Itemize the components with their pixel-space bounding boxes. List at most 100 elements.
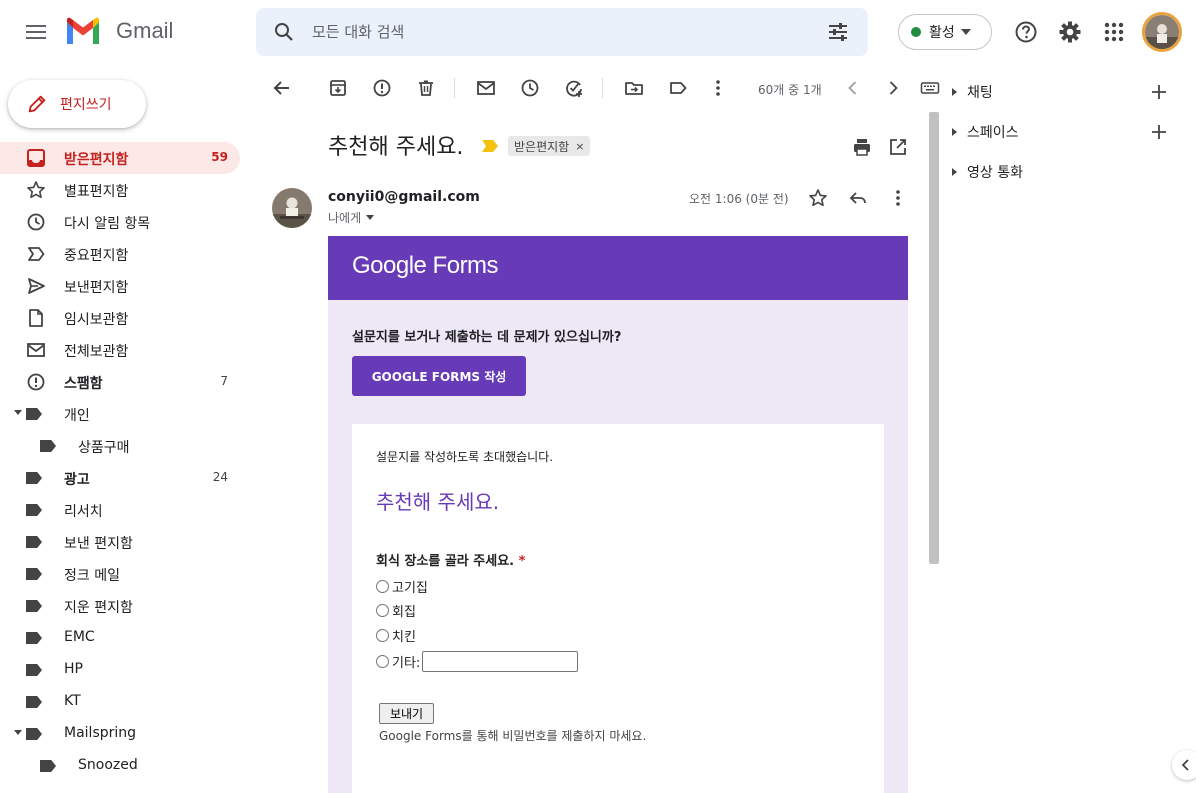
older-chevron-right-icon[interactable] (883, 78, 903, 98)
open-new-window-icon[interactable] (888, 137, 908, 157)
search-input[interactable] (312, 14, 792, 50)
label-icon (26, 664, 46, 684)
sidebar-item-sent-folder[interactable]: 보낸 편지함 (0, 526, 240, 558)
print-icon[interactable] (852, 137, 872, 157)
important-icon (28, 247, 45, 261)
gmail-logo-icon[interactable] (64, 16, 102, 46)
add-task-icon[interactable] (564, 78, 584, 98)
side-section-video-call[interactable]: 영상 통화 (948, 160, 1172, 184)
sidebar-item-junk[interactable]: 정크 메일 (0, 558, 240, 590)
sender-avatar[interactable] (272, 188, 312, 228)
help-icon[interactable] (1014, 20, 1038, 44)
sidebar-item-label: 받은편지함 (64, 152, 129, 168)
sidebar-item-important[interactable]: 중요편지함 (0, 238, 240, 270)
message-scrollbar[interactable] (929, 112, 939, 564)
compose-button[interactable]: 편지쓰기 (8, 80, 146, 128)
draft-icon (29, 309, 43, 327)
label-icon (26, 504, 46, 524)
sidebar-item-label: KT (64, 693, 81, 709)
unread-count: 24 (212, 470, 228, 484)
message-time: 오전 1:06 (0분 전) (689, 192, 789, 206)
unread-count: 7 (220, 374, 228, 388)
sidebar-item-mailspring[interactable]: Mailspring (0, 718, 240, 750)
show-side-panel-button[interactable] (1172, 750, 1196, 780)
sidebar-item-starred[interactable]: 별표편지함 (0, 174, 240, 206)
send-icon (28, 278, 45, 294)
sidebar-item-snoozed[interactable]: 다시 알림 항목 (0, 206, 240, 238)
remove-label-icon[interactable]: × (575, 140, 584, 153)
sender-email: conyii0@gmail.com (328, 189, 480, 205)
delete-trash-icon[interactable] (416, 78, 436, 98)
radio-button[interactable] (376, 579, 389, 593)
sidebar-item-ads[interactable]: 광고 24 (0, 462, 240, 494)
other-text-input[interactable] (422, 650, 579, 672)
settings-gear-icon[interactable] (1058, 20, 1082, 44)
radio-button[interactable] (376, 603, 389, 617)
important-marker-icon[interactable] (482, 140, 498, 152)
move-to-folder-icon[interactable] (624, 78, 644, 98)
search-icon[interactable] (272, 20, 296, 44)
reply-icon[interactable] (848, 188, 868, 208)
sidebar-item-shopping[interactable]: 상품구매 (0, 430, 240, 462)
label-icon (26, 632, 46, 652)
option-sashimi-restaurant[interactable]: 회집 (376, 600, 416, 620)
account-avatar[interactable] (1142, 12, 1182, 52)
recipient-label: 나에게 (328, 211, 362, 225)
label-icon (26, 600, 46, 620)
more-options-icon[interactable] (708, 78, 728, 98)
sidebar-item-sent[interactable]: 보낸편지함 (0, 270, 240, 302)
keyboard-icon[interactable] (920, 78, 940, 98)
chevron-down-icon (960, 29, 971, 35)
sidebar-item-personal[interactable]: 개인 (0, 398, 240, 430)
sidebar-item-snoozed-label[interactable]: Snoozed (0, 750, 240, 782)
sidebar-item-label: 상품구매 (78, 440, 130, 456)
message-more-icon[interactable] (888, 188, 908, 208)
expand-caret-icon[interactable] (14, 730, 22, 735)
star-message-icon[interactable] (808, 188, 828, 208)
label-as-icon[interactable] (668, 78, 688, 98)
submit-button[interactable]: 보내기 (379, 703, 434, 724)
sidebar-item-emc[interactable]: EMC (0, 622, 240, 654)
snooze-clock-icon[interactable] (520, 78, 540, 98)
expand-caret-icon[interactable] (14, 410, 22, 415)
app-name: Gmail (116, 18, 174, 43)
sidebar-item-deleted[interactable]: 지운 편지함 (0, 590, 240, 622)
sidebar-item-all-mail[interactable]: 전체보관함 (0, 334, 240, 366)
status-dropdown[interactable]: 활성 (898, 14, 992, 50)
sidebar-item-spam[interactable]: 스팸함 7 (0, 366, 240, 398)
fill-in-google-forms-button[interactable]: GOOGLE FORMS 작성 (352, 356, 526, 396)
sidebar-item-drafts[interactable]: 임시보관함 (0, 302, 240, 334)
sidebar-item-hp[interactable]: HP (0, 654, 240, 686)
recipient-details[interactable]: 나에게 (328, 209, 375, 226)
option-other[interactable]: 기타: (376, 650, 579, 672)
sidebar-item-research[interactable]: 리서치 (0, 494, 240, 526)
label-icon (40, 440, 60, 460)
top-bar: Gmail 활성 (0, 0, 1196, 64)
report-spam-icon[interactable] (372, 78, 392, 98)
option-label: 치킨 (392, 629, 416, 645)
label-icon (26, 728, 46, 748)
expand-caret-icon (952, 168, 957, 176)
newer-chevron-left-icon[interactable] (843, 78, 863, 98)
sidebar-item-inbox[interactable]: 받은편지함 59 (0, 142, 240, 174)
side-section-label: 영상 통화 (967, 165, 1023, 181)
inbox-icon (27, 149, 45, 167)
pencil-icon (28, 95, 46, 113)
side-section-chat[interactable]: 채팅 (948, 80, 1172, 104)
sidebar-item-label: 광고 (64, 472, 90, 488)
option-chicken[interactable]: 치킨 (376, 625, 416, 645)
main-menu-icon[interactable] (20, 20, 52, 44)
radio-button[interactable] (376, 628, 389, 642)
search-options-icon[interactable] (826, 20, 850, 44)
apps-grid-icon[interactable] (1102, 20, 1126, 44)
add-space-plus-icon[interactable] (1150, 123, 1168, 141)
archive-icon[interactable] (328, 78, 348, 98)
mark-unread-icon[interactable] (476, 78, 496, 98)
side-section-spaces[interactable]: 스페이스 (948, 120, 1172, 144)
add-chat-plus-icon[interactable] (1150, 83, 1168, 101)
back-arrow-icon[interactable] (272, 78, 292, 98)
radio-button[interactable] (376, 654, 389, 668)
sidebar-item-kt[interactable]: KT (0, 686, 240, 718)
option-meat-restaurant[interactable]: 고기집 (376, 576, 428, 596)
label-icon (26, 536, 46, 556)
